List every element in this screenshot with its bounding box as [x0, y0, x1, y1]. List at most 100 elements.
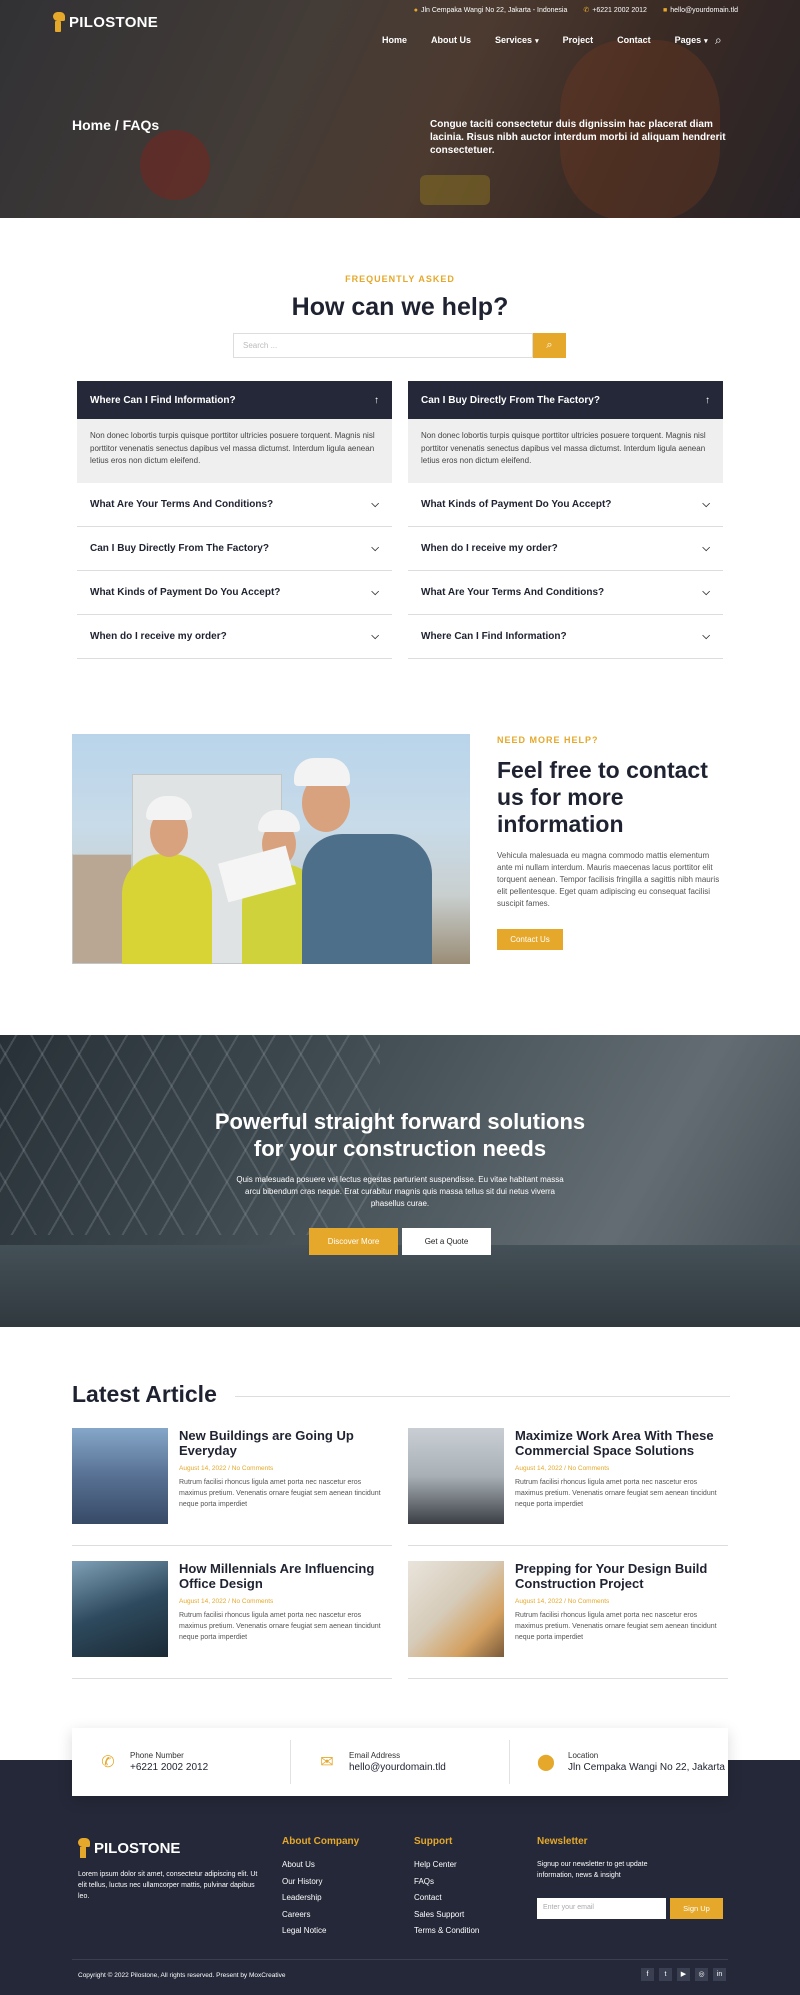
- chevron-down-icon: ▾: [704, 38, 708, 45]
- article-excerpt: Rutrum facilisi rhoncus ligula amet port…: [179, 1479, 381, 1508]
- footer-link[interactable]: About Us: [282, 1857, 359, 1874]
- mail-icon: ■: [662, 6, 668, 14]
- nav-home[interactable]: Home: [382, 35, 407, 45]
- faq-question[interactable]: What Are Your Terms And Conditions? ⌵: [77, 483, 392, 527]
- chevron-down-icon: ⌵: [371, 543, 379, 554]
- newsletter-email-input[interactable]: Enter your email: [537, 1898, 666, 1919]
- faq-question[interactable]: Where Can I Find Information? ⌵: [408, 615, 723, 659]
- footer-link[interactable]: Sales Support: [414, 1907, 479, 1924]
- facebook-icon[interactable]: f: [641, 1968, 654, 1981]
- article-title[interactable]: Prepping for Your Design Build Construct…: [515, 1561, 728, 1591]
- topbar-phone: ✆ +6221 2002 2012: [583, 7, 647, 14]
- article-title[interactable]: New Buildings are Going Up Everyday: [179, 1428, 392, 1458]
- chevron-down-icon: ⌵: [702, 499, 710, 510]
- chevron-down-icon: ⌵: [702, 543, 710, 554]
- article-title[interactable]: Maximize Work Area With These Commercial…: [515, 1428, 728, 1458]
- article-meta: August 14, 2022 / No Comments: [179, 1598, 274, 1605]
- twitter-icon[interactable]: t: [659, 1968, 672, 1981]
- sign-up-button[interactable]: Sign Up: [670, 1898, 723, 1919]
- article-title[interactable]: How Millennials Are Influencing Office D…: [179, 1561, 392, 1591]
- footer-link[interactable]: Help Center: [414, 1857, 479, 1874]
- contact-title: Feel free to contact us for more informa…: [497, 757, 708, 837]
- chevron-down-icon: ⌵: [702, 587, 710, 598]
- arrow-up-icon: ↑: [705, 394, 710, 406]
- social-links: f t ▶ ◎ in: [641, 1968, 726, 1981]
- chevron-down-icon: ⌵: [702, 631, 710, 642]
- article-card[interactable]: Maximize Work Area With These Commercial…: [408, 1428, 728, 1546]
- search-icon[interactable]: ⌕: [715, 33, 722, 48]
- article-excerpt: Rutrum facilisi rhoncus ligula amet port…: [515, 1479, 717, 1508]
- faq-question[interactable]: When do I receive my order? ⌵: [77, 615, 392, 659]
- articles-title: Latest Article: [72, 1381, 217, 1407]
- main-nav: Home About Us Services ▾ Project Contact …: [382, 35, 708, 45]
- article-thumbnail: [408, 1561, 504, 1657]
- article-thumbnail: [408, 1428, 504, 1524]
- faq-question[interactable]: What Kinds of Payment Do You Accept? ⌵: [77, 571, 392, 615]
- logo[interactable]: PILOSTONE: [53, 12, 158, 32]
- chevron-down-icon: ⌵: [371, 631, 379, 642]
- nav-pages[interactable]: Pages ▾: [675, 35, 708, 45]
- faq-question[interactable]: What Kinds of Payment Do You Accept? ⌵: [408, 483, 723, 527]
- footer-link[interactable]: Leadership: [282, 1890, 359, 1907]
- location-icon: ⬤: [537, 1754, 555, 1771]
- article-card[interactable]: Prepping for Your Design Build Construct…: [408, 1561, 728, 1679]
- search-button[interactable]: ⌕: [533, 333, 566, 358]
- faq-eyebrow: FREQUENTLY ASKED: [345, 274, 455, 284]
- article-meta: August 14, 2022 / No Comments: [179, 1465, 274, 1472]
- article-excerpt: Rutrum facilisi rhoncus ligula amet port…: [515, 1612, 717, 1641]
- faq-question-open[interactable]: Where Can I Find Information? ↑: [77, 381, 392, 419]
- logo-mark-icon: [53, 12, 65, 32]
- article-card[interactable]: New Buildings are Going Up Everyday Augu…: [72, 1428, 392, 1546]
- linkedin-icon[interactable]: in: [713, 1968, 726, 1981]
- footer-support: Support Help Center FAQs Contact Sales S…: [414, 1836, 479, 1940]
- get-a-quote-button[interactable]: Get a Quote: [402, 1228, 491, 1255]
- cta-text: Quis malesuada posuere vel lectus egesta…: [236, 1175, 564, 1208]
- faq-question[interactable]: When do I receive my order? ⌵: [408, 527, 723, 571]
- arrow-up-icon: ↑: [374, 394, 379, 406]
- article-excerpt: Rutrum facilisi rhoncus ligula amet port…: [179, 1612, 381, 1641]
- footer-link[interactable]: Contact: [414, 1890, 479, 1907]
- footer-link[interactable]: Our History: [282, 1874, 359, 1891]
- faq-column-left: Where Can I Find Information? ↑ Non donec…: [77, 381, 392, 659]
- footer-logo[interactable]: PILOSTONE: [78, 1838, 180, 1858]
- faq-question-open[interactable]: Can I Buy Directly From The Factory? ↑: [408, 381, 723, 419]
- footer-link[interactable]: Terms & Condition: [414, 1923, 479, 1940]
- faq-question[interactable]: What Are Your Terms And Conditions? ⌵: [408, 571, 723, 615]
- article-thumbnail: [72, 1561, 168, 1657]
- nav-contact[interactable]: Contact: [617, 35, 651, 45]
- faq-question[interactable]: Can I Buy Directly From The Factory? ⌵: [77, 527, 392, 571]
- topbar: ● Jln Cempaka Wangi No 22, Jakarta - Indo…: [413, 6, 738, 15]
- discover-more-button[interactable]: Discover More: [309, 1228, 398, 1255]
- newsletter-text: Signup our newsletter to get update info…: [537, 1861, 648, 1879]
- nav-about[interactable]: About Us: [431, 35, 471, 45]
- search-icon: ⌕: [546, 339, 553, 351]
- chevron-down-icon: ▾: [535, 38, 539, 45]
- faq-search-input[interactable]: Search ...: [233, 333, 533, 358]
- hero-banner: [0, 0, 800, 218]
- footer-link[interactable]: Legal Notice: [282, 1923, 359, 1940]
- footer-link[interactable]: FAQs: [414, 1874, 479, 1891]
- cta-title: Powerful straight forward solutions for y…: [214, 1109, 586, 1161]
- youtube-icon[interactable]: ▶: [677, 1968, 690, 1981]
- contact-text: Vehicula malesuada eu magna commodo matt…: [497, 851, 720, 908]
- faq-title: How can we help?: [291, 293, 509, 321]
- phone-icon: ✆: [583, 7, 590, 14]
- nav-services[interactable]: Services ▾: [495, 35, 539, 45]
- contact-us-button[interactable]: Contact Us: [497, 929, 563, 950]
- nav-project[interactable]: Project: [563, 35, 594, 45]
- info-location: ⬤ Location Jln Cempaka Wangi No 22, Jakar…: [537, 1751, 725, 1773]
- topbar-address: ● Jln Cempaka Wangi No 22, Jakarta - Indo…: [413, 6, 568, 14]
- divider: [235, 1396, 730, 1397]
- faq-answer: Non donec lobortis turpis quisque portti…: [408, 419, 723, 483]
- contact-info-card: ✆ Phone Number +6221 2002 2012 ✉ Email Ad…: [72, 1728, 728, 1796]
- footer-company: About Company About Us Our History Leade…: [282, 1836, 359, 1940]
- contact-eyebrow: NEED MORE HELP?: [497, 735, 599, 745]
- phone-icon: ✆: [101, 1754, 115, 1771]
- footer-link[interactable]: Careers: [282, 1907, 359, 1924]
- chevron-down-icon: ⌵: [371, 499, 379, 510]
- logo-mark-icon: [78, 1838, 90, 1858]
- article-card[interactable]: How Millennials Are Influencing Office D…: [72, 1561, 392, 1679]
- location-icon: ●: [413, 6, 418, 14]
- article-meta: August 14, 2022 / No Comments: [515, 1465, 610, 1472]
- instagram-icon[interactable]: ◎: [695, 1968, 708, 1981]
